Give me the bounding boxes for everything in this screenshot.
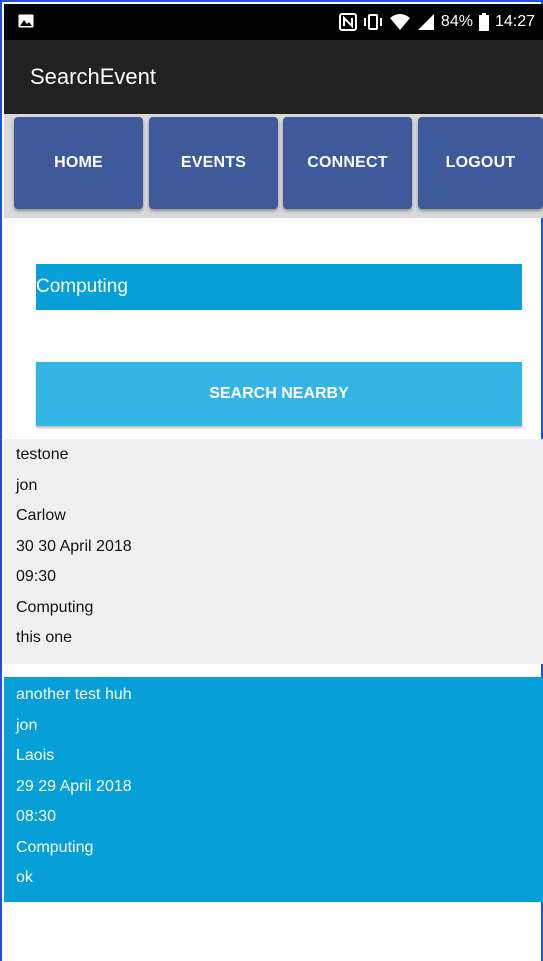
event-date: 29 29 April 2018 [16,777,132,795]
status-icons: 84% 14:27 [338,4,535,40]
app-bar: SearchEvent [4,40,543,114]
search-nearby-button[interactable]: SEARCH NEARBY [36,362,522,426]
event-description: ok [16,869,33,886]
nav-connect-button[interactable]: CONNECT [283,117,412,209]
nav-events-button[interactable]: EVENTS [149,117,278,209]
event-time: 08:30 [16,808,57,825]
nav-home-button[interactable]: HOME [14,117,143,209]
event-location: Carlow [16,507,66,524]
image-notification-icon [18,14,34,28]
app-frame: 84% 14:27 SearchEvent HOME EVENTS CONNEC… [0,0,543,961]
event-date: 30 30 April 2018 [16,537,132,555]
nav-bar: HOME EVENTS CONNECT LOGOUT [4,114,543,218]
nav-logout-button[interactable]: LOGOUT [418,117,543,209]
battery-icon [478,13,489,31]
app-title: SearchEvent [30,64,156,89]
battery-percent: 84% [440,13,473,30]
clock: 14:27 [494,13,535,30]
event-name: another test huh [16,686,132,703]
wifi-icon [389,13,411,31]
event-list-item[interactable]: testone jon Carlow 30 30 April 2018 09:3… [4,439,543,664]
event-name: testone [16,446,69,463]
category-search-input[interactable]: Computing [36,264,522,310]
vibrate-icon [363,13,383,31]
nfc-icon [338,13,357,31]
event-time: 09:30 [16,568,57,585]
status-bar: 84% 14:27 [4,4,543,40]
event-description: this one [16,629,73,646]
event-user: jon [16,716,38,734]
event-location: Laois [16,747,55,764]
event-category: Computing [16,598,94,616]
event-user: jon [16,476,38,494]
event-category: Computing [16,838,94,856]
event-list-item[interactable]: another test huh jon Laois 29 29 April 2… [4,677,543,902]
signal-icon [417,13,435,31]
search-input-value: Computing [36,276,128,297]
